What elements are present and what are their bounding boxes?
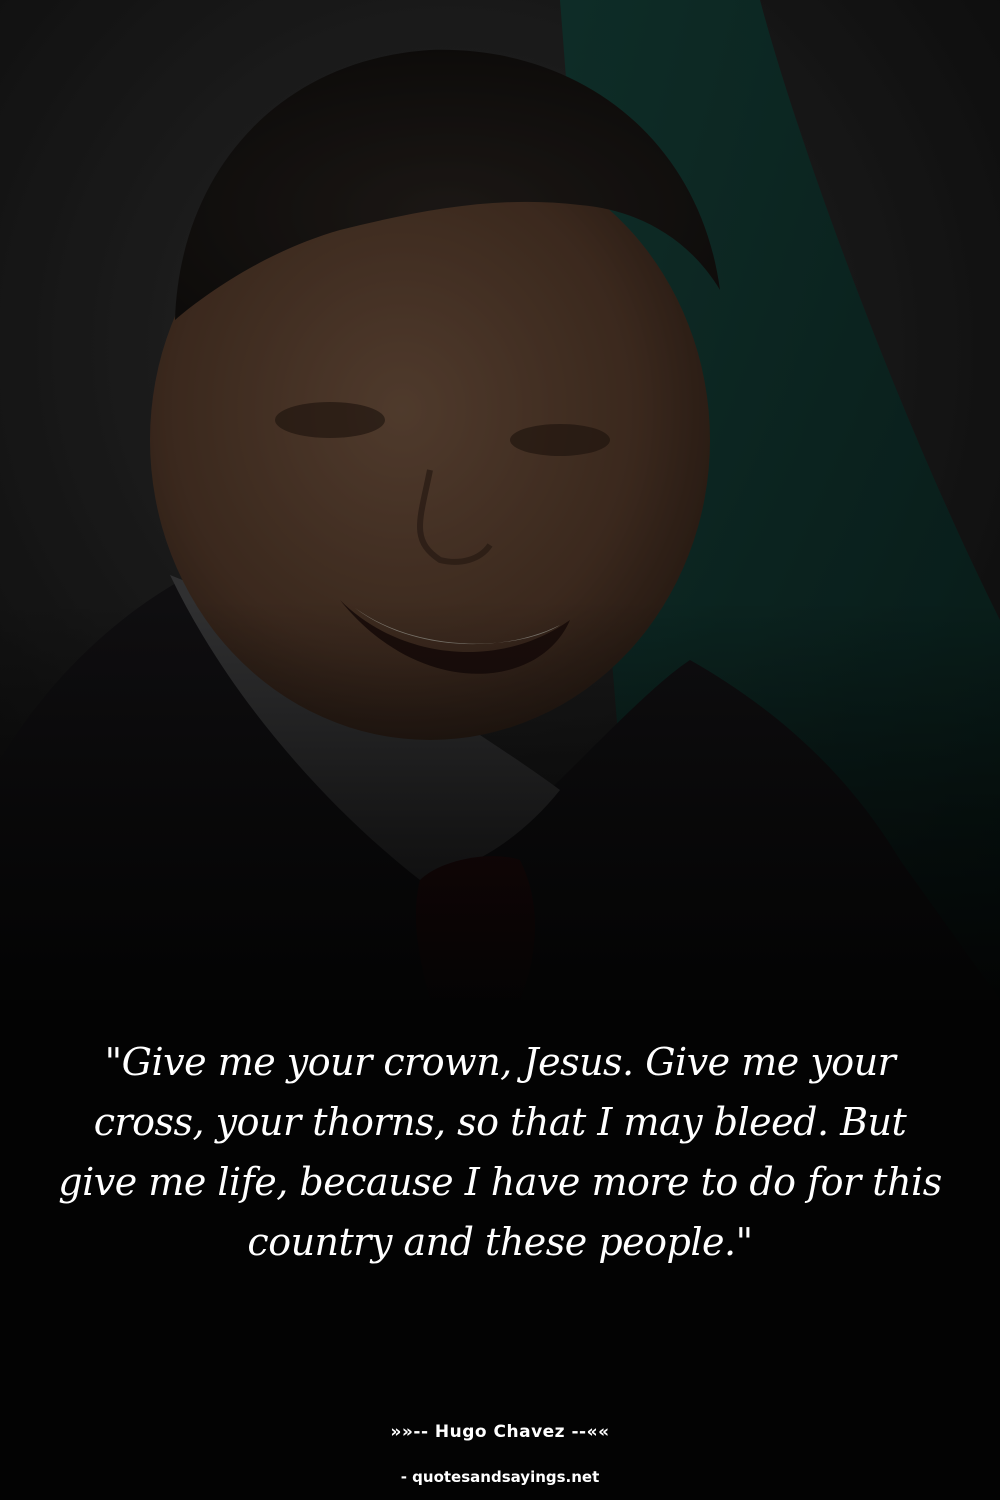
quote-card: "Give me your crown, Jesus. Give me your… — [0, 0, 1000, 1500]
author-line: »»-- Hugo Chavez --«« — [390, 1422, 610, 1442]
photo-fade-overlay — [0, 600, 1000, 1020]
source-link[interactable]: - quotesandsayings.net — [0, 1468, 1000, 1486]
quote-text: "Give me your crown, Jesus. Give me your… — [58, 1040, 942, 1264]
